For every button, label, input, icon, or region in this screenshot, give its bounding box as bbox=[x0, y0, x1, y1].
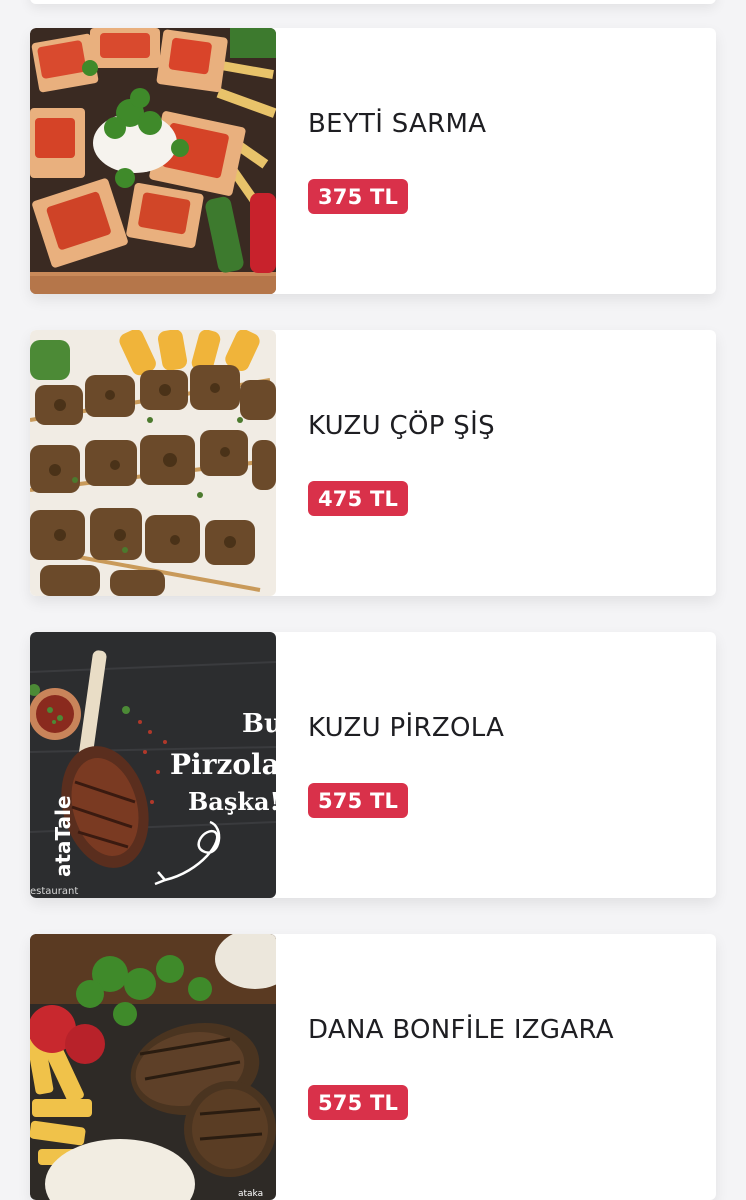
photo-text-pirzola: Pirzola bbox=[170, 748, 276, 781]
price-badge: 375 TL bbox=[308, 178, 409, 214]
price-badge: 575 TL bbox=[308, 782, 409, 818]
menu-item-card[interactable]: KUZU ÇÖP ŞİŞ 475 TL bbox=[30, 330, 716, 596]
previous-menu-card bbox=[30, 0, 716, 4]
beyti-sarma-photo bbox=[30, 28, 276, 294]
menu-item-info: DANA BONFİLE IZGARA 575 TL bbox=[276, 934, 716, 1200]
photo-side-sub: estaurant bbox=[30, 886, 78, 897]
kuzu-cop-sis-photo bbox=[30, 330, 276, 596]
photo-text-bu: Bu bbox=[242, 709, 276, 739]
photo-side-brand: ataTale bbox=[51, 795, 75, 877]
item-name: KUZU PİRZOLA bbox=[308, 712, 505, 743]
photo-social-handle: ataka bbox=[238, 1189, 263, 1199]
dana-bonfile-photo: ataka bbox=[30, 934, 276, 1200]
menu-page: BEYTİ SARMA 375 TL KUZU ÇÖP ŞİŞ 475 TL B… bbox=[0, 0, 746, 1200]
kuzu-pirzola-photo: Bu Pirzola Başka! ataTale estaurant bbox=[30, 632, 276, 898]
menu-item-info: BEYTİ SARMA 375 TL bbox=[276, 28, 716, 294]
menu-item-info: KUZU PİRZOLA 575 TL bbox=[276, 632, 716, 898]
menu-item-info: KUZU ÇÖP ŞİŞ 475 TL bbox=[276, 330, 716, 596]
item-name: KUZU ÇÖP ŞİŞ bbox=[308, 410, 495, 441]
photo-text-baska: Başka! bbox=[188, 787, 276, 816]
item-name: BEYTİ SARMA bbox=[308, 108, 487, 139]
item-name: DANA BONFİLE IZGARA bbox=[308, 1014, 614, 1045]
menu-item-card[interactable]: Bu Pirzola Başka! ataTale estaurant KUZU… bbox=[30, 632, 716, 898]
price-badge: 475 TL bbox=[308, 480, 409, 516]
menu-item-card[interactable]: ataka DANA BONFİLE IZGARA 575 TL bbox=[30, 934, 716, 1200]
menu-list: BEYTİ SARMA 375 TL KUZU ÇÖP ŞİŞ 475 TL B… bbox=[30, 28, 716, 1200]
menu-item-card[interactable]: BEYTİ SARMA 375 TL bbox=[30, 28, 716, 294]
price-badge: 575 TL bbox=[308, 1084, 409, 1120]
